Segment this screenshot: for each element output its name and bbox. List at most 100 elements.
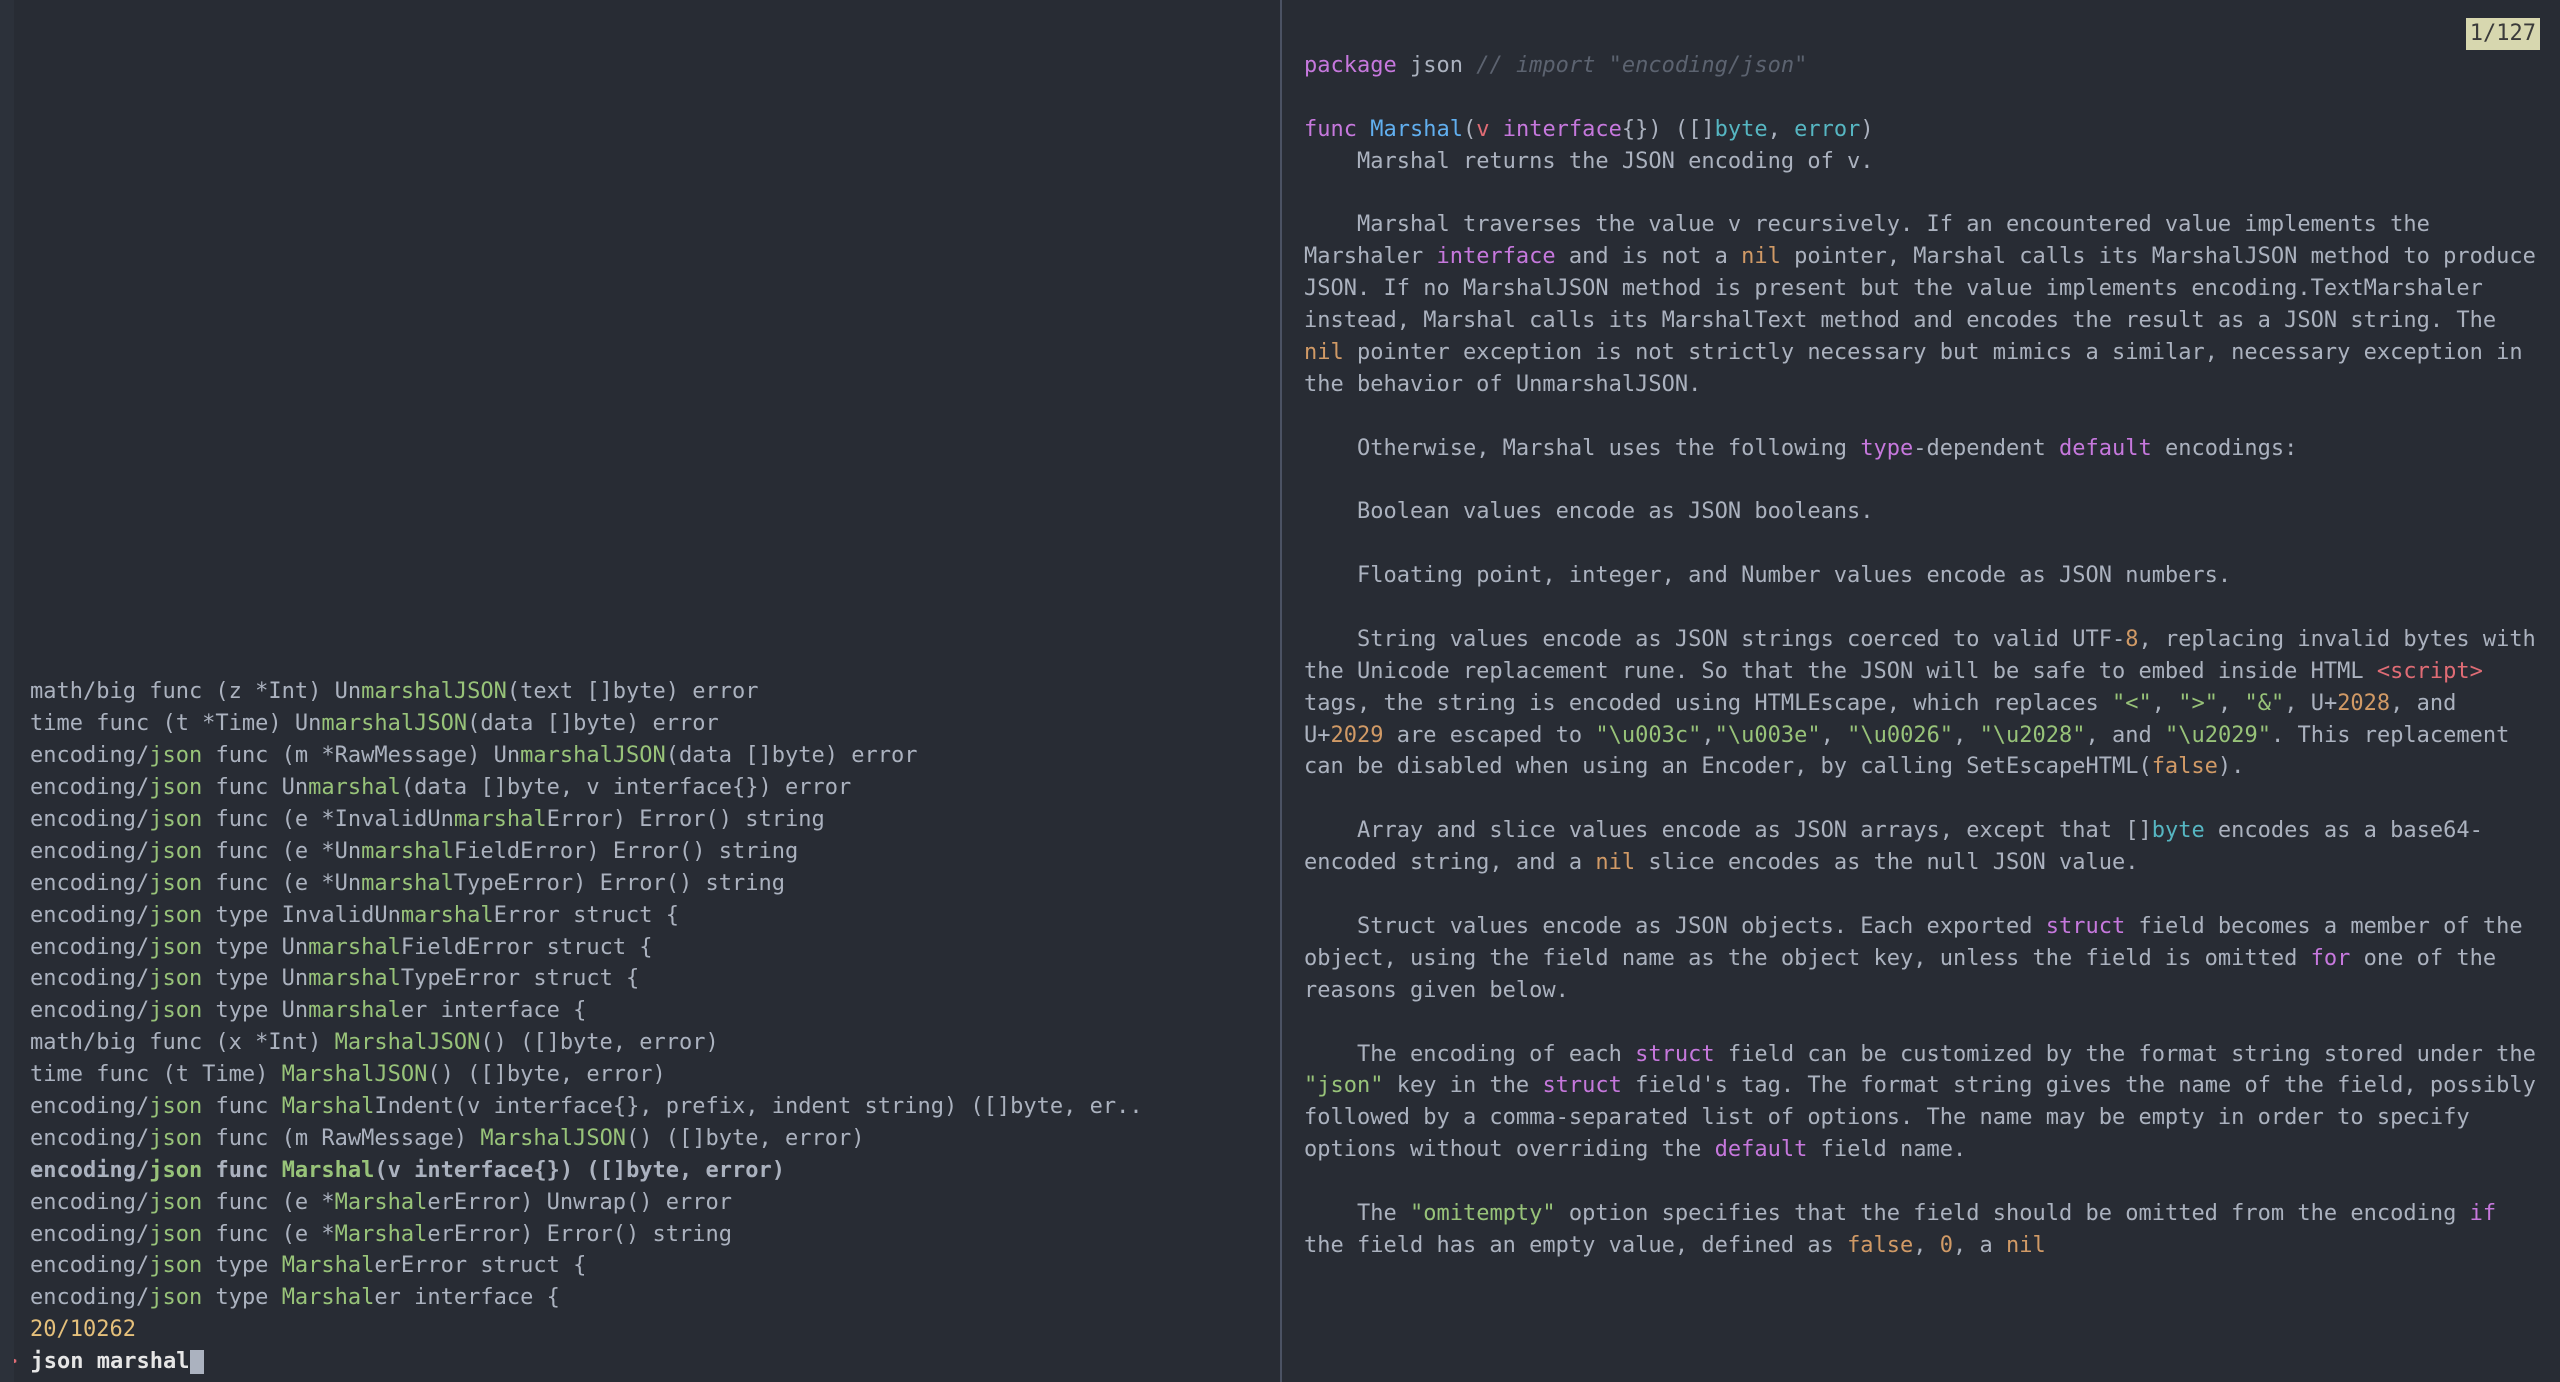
list-item[interactable]: encoding/json func (e *InvalidUnmarshalE… <box>30 804 1280 836</box>
func-keyword: func <box>1304 117 1357 142</box>
default-kw: default <box>2059 436 2152 461</box>
doc-preview[interactable]: 1/127package json // import "encoding/js… <box>1282 0 2560 1294</box>
esc1: "\u003c" <box>1595 723 1701 748</box>
list-item[interactable]: encoding/json type UnmarshalFieldError s… <box>30 932 1280 964</box>
comma-4: , <box>1953 723 1980 748</box>
list-item[interactable]: encoding/json func (e *UnmarshalTypeErro… <box>30 868 1280 900</box>
list-item[interactable]: encoding/json func (m RawMessage) Marsha… <box>30 1123 1280 1155</box>
comma-1: , <box>2152 691 2179 716</box>
comma-2: , <box>2218 691 2245 716</box>
zero-num: 0 <box>1940 1233 1953 1258</box>
esc5: "\u2029" <box>2165 723 2271 748</box>
and-word-2: , and <box>2086 723 2165 748</box>
results-pane: math/big func (z *Int) UnmarshalJSON(tex… <box>0 0 1280 1382</box>
param-v: v <box>1476 117 1489 142</box>
text-cursor <box>190 1350 203 1374</box>
list-item[interactable]: time func (t Time) MarshalJSON() ([]byte… <box>30 1059 1280 1091</box>
doc-para-2d: pointer exception is not strictly necess… <box>1304 340 2536 397</box>
sig-sep: , <box>1768 117 1795 142</box>
u2029-num: 2029 <box>1331 723 1384 748</box>
script-tag: <script> <box>2377 659 2483 684</box>
doc-para-6f: ). <box>2218 754 2245 779</box>
amp-str: "&" <box>2244 691 2284 716</box>
doc-para-10b: option specifies that the field should b… <box>1556 1201 2470 1226</box>
doc-para-9e: field name. <box>1807 1137 1966 1162</box>
nil-kw-4: nil <box>2006 1233 2046 1258</box>
param-type: interface <box>1503 117 1622 142</box>
sig-rest: {}) ([] <box>1622 117 1715 142</box>
interface-kw: interface <box>1436 244 1555 269</box>
doc-para-9c: key in the <box>1383 1073 1542 1098</box>
search-input[interactable]: json marshal <box>31 1349 190 1374</box>
nil-kw: nil <box>1741 244 1781 269</box>
list-item[interactable]: encoding/json func Unmarshal(data []byte… <box>30 772 1280 804</box>
list-item[interactable]: encoding/json type Marshaler interface { <box>30 1282 1280 1314</box>
doc-para-10d: , a <box>1953 1233 2006 1258</box>
nil-kw-3: nil <box>1595 850 1635 875</box>
if-kw: if <box>2470 1201 2497 1226</box>
import-comment: // import "encoding/json" <box>1476 53 1807 78</box>
search-prompt[interactable]: > json marshal <box>0 1346 1280 1378</box>
comma-3: , <box>1821 723 1848 748</box>
list-item[interactable]: >encoding/json func Marshal(v interface{… <box>30 1155 1280 1187</box>
byte-type: byte <box>1715 117 1768 142</box>
doc-para-6a: String values encode as JSON strings coe… <box>1357 627 2125 652</box>
doc-para-6d: are escaped to <box>1383 723 1595 748</box>
result-list[interactable]: math/big func (z *Int) UnmarshalJSON(tex… <box>0 676 1280 1314</box>
list-item[interactable]: encoding/json type MarshalerError struct… <box>30 1250 1280 1282</box>
doc-para-2b: and is not a <box>1556 244 1741 269</box>
esc4: "\u2028" <box>1980 723 2086 748</box>
list-item[interactable]: encoding/json type InvalidUnmarshalError… <box>30 900 1280 932</box>
doc-para-9b: field can be customized by the format st… <box>1715 1042 2549 1067</box>
list-item[interactable]: math/big func (z *Int) UnmarshalJSON(tex… <box>30 676 1280 708</box>
sig-open: ( <box>1463 117 1476 142</box>
default-kw-2: default <box>1715 1137 1808 1162</box>
false-kw-2: false <box>1847 1233 1913 1258</box>
for-kw: for <box>2311 946 2351 971</box>
doc-para-3b: -dependent <box>1913 436 2059 461</box>
list-item[interactable]: encoding/json func (m *RawMessage) Unmar… <box>30 740 1280 772</box>
gt-str: ">" <box>2178 691 2218 716</box>
list-item[interactable]: encoding/json func (e *MarshalerError) E… <box>30 1219 1280 1251</box>
func-name: Marshal <box>1370 117 1463 142</box>
doc-para-5: Floating point, integer, and Number valu… <box>1357 563 2231 588</box>
list-item[interactable]: encoding/json type Unmarshaler interface… <box>30 995 1280 1027</box>
list-item[interactable]: encoding/json func (e *UnmarshalFieldErr… <box>30 836 1280 868</box>
list-item[interactable]: encoding/json func (e *MarshalerError) U… <box>30 1187 1280 1219</box>
doc-para-3a: Otherwise, Marshal uses the following <box>1357 436 1860 461</box>
left-gutter <box>0 0 14 1382</box>
app-root: math/big func (z *Int) UnmarshalJSON(tex… <box>0 0 2560 1382</box>
list-item[interactable]: time func (t *Time) UnmarshalJSON(data [… <box>30 708 1280 740</box>
sig-close: ) <box>1860 117 1873 142</box>
u2028-num: 2028 <box>2337 691 2390 716</box>
doc-para-9a: The encoding of each <box>1357 1042 1635 1067</box>
doc-para-1: Marshal returns the JSON encoding of v. <box>1357 149 1874 174</box>
error-type: error <box>1794 117 1860 142</box>
num-8: 8 <box>2125 627 2138 652</box>
esc2: "\u003e" <box>1715 723 1821 748</box>
list-item[interactable]: encoding/json func MarshalIndent(v inter… <box>30 1091 1280 1123</box>
doc-para-7a: Array and slice values encode as JSON ar… <box>1357 818 2152 843</box>
doc-para-3c: encodings: <box>2152 436 2298 461</box>
preview-pane: 1/127package json // import "encoding/js… <box>1280 0 2560 1382</box>
list-item[interactable]: encoding/json type UnmarshalTypeError st… <box>30 963 1280 995</box>
esc3: "\u0026" <box>1847 723 1953 748</box>
list-item[interactable]: math/big func (x *Int) MarshalJSON() ([]… <box>30 1027 1280 1059</box>
package-keyword: package <box>1304 53 1397 78</box>
json-str: "json" <box>1304 1073 1383 1098</box>
doc-para-4: Boolean values encode as JSON booleans. <box>1357 499 1874 524</box>
preview-match-count: 1/127 <box>2466 18 2540 50</box>
struct-kw: struct <box>2046 914 2125 939</box>
type-kw: type <box>1860 436 1913 461</box>
doc-para-8a: Struct values encode as JSON objects. Ea… <box>1357 914 2046 939</box>
u2028-pre: , U+ <box>2284 691 2337 716</box>
omitempty-str: "omitempty" <box>1410 1201 1556 1226</box>
byte-type-2: byte <box>2152 818 2205 843</box>
comma-5: , <box>1913 1233 1940 1258</box>
struct-kw-2: struct <box>1635 1042 1714 1067</box>
doc-para-7c: slice encodes as the null JSON value. <box>1635 850 2138 875</box>
doc-para-10a: The <box>1357 1201 1410 1226</box>
struct-kw-3: struct <box>1542 1073 1621 1098</box>
false-kw: false <box>2152 754 2218 779</box>
match-status: 20/10262 <box>0 1314 1280 1346</box>
